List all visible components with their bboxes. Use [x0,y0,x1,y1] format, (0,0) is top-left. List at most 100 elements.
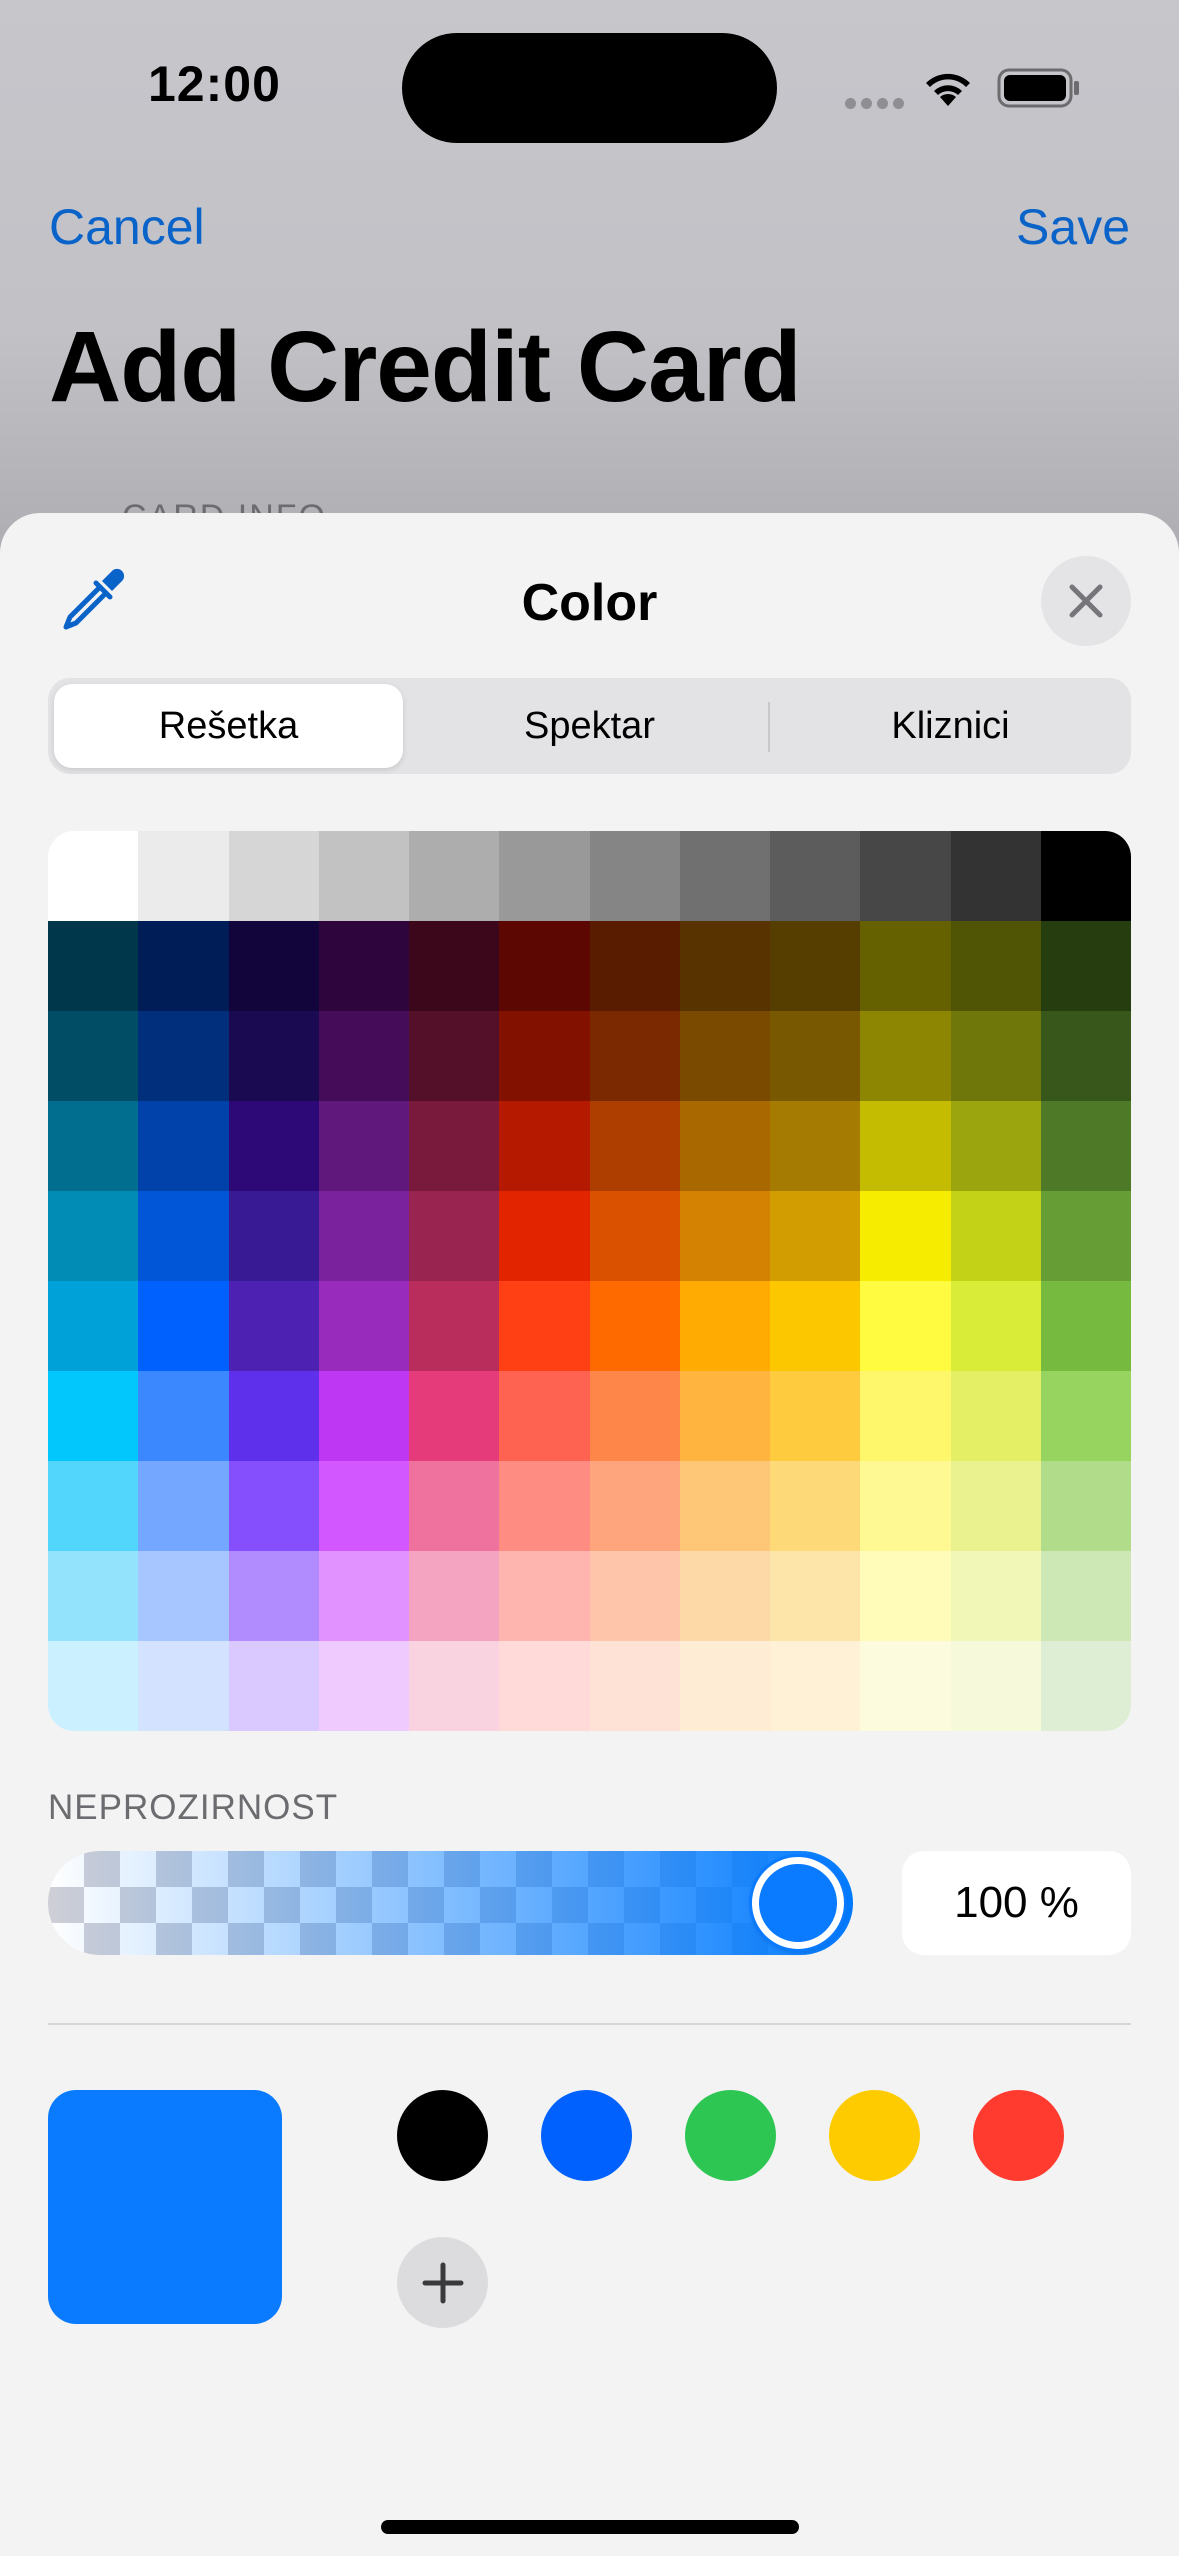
color-grid-cell[interactable] [950,1551,1041,1641]
color-grid-cell[interactable] [770,831,861,921]
swatch-red[interactable] [973,2090,1064,2181]
color-grid-cell[interactable] [318,1191,409,1281]
color-grid-cell[interactable] [409,1551,500,1641]
color-grid-cell[interactable] [138,1551,229,1641]
color-grid-cell[interactable] [409,921,500,1011]
color-grid-cell[interactable] [589,1551,680,1641]
color-grid-cell[interactable] [860,1551,951,1641]
color-grid-cell[interactable] [138,1641,229,1731]
close-button[interactable] [1041,556,1131,646]
add-swatch-button[interactable] [397,2237,488,2328]
color-grid-cell[interactable] [589,1641,680,1731]
swatch-black[interactable] [397,2090,488,2181]
color-grid-cell[interactable] [228,1641,319,1731]
color-grid-cell[interactable] [409,1281,500,1371]
color-grid-cell[interactable] [860,1011,951,1101]
opacity-slider[interactable] [48,1851,853,1955]
color-grid-cell[interactable] [409,1371,500,1461]
color-grid-cell[interactable] [318,921,409,1011]
color-grid-cell[interactable] [409,1011,500,1101]
color-grid-cell[interactable] [950,1101,1041,1191]
color-grid-cell[interactable] [1040,1011,1131,1101]
cancel-button[interactable]: Cancel [49,198,205,256]
color-grid-cell[interactable] [679,1461,770,1551]
color-grid-cell[interactable] [318,1371,409,1461]
color-grid-cell[interactable] [679,1371,770,1461]
color-grid-cell[interactable] [860,1191,951,1281]
color-grid-cell[interactable] [589,1371,680,1461]
color-grid-cell[interactable] [1040,1191,1131,1281]
color-grid-cell[interactable] [409,1641,500,1731]
color-grid-cell[interactable] [499,1191,590,1281]
color-grid-cell[interactable] [1040,1281,1131,1371]
save-button[interactable]: Save [1016,198,1130,256]
color-grid-cell[interactable] [679,921,770,1011]
color-grid-cell[interactable] [48,1461,139,1551]
color-grid-cell[interactable] [48,1281,139,1371]
color-grid-cell[interactable] [679,831,770,921]
tab-spectrum[interactable]: Spektar [415,684,764,768]
color-grid-cell[interactable] [589,831,680,921]
color-grid-cell[interactable] [589,1191,680,1281]
color-grid-cell[interactable] [228,1101,319,1191]
color-grid-cell[interactable] [228,1551,319,1641]
color-grid-cell[interactable] [589,1101,680,1191]
tab-grid[interactable]: Rešetka [54,684,403,768]
color-grid-cell[interactable] [679,1281,770,1371]
color-grid-cell[interactable] [409,1101,500,1191]
color-grid-cell[interactable] [138,1101,229,1191]
color-grid-cell[interactable] [228,1011,319,1101]
color-grid-cell[interactable] [950,1371,1041,1461]
color-grid-cell[interactable] [770,1371,861,1461]
color-grid-cell[interactable] [679,1641,770,1731]
swatch-yellow[interactable] [829,2090,920,2181]
color-grid-cell[interactable] [318,831,409,921]
color-grid-cell[interactable] [950,1461,1041,1551]
color-grid-cell[interactable] [860,1101,951,1191]
color-grid-cell[interactable] [48,1011,139,1101]
color-grid-cell[interactable] [318,1011,409,1101]
color-grid-cell[interactable] [318,1101,409,1191]
color-grid-cell[interactable] [499,1641,590,1731]
color-grid-cell[interactable] [409,1191,500,1281]
color-grid-cell[interactable] [950,921,1041,1011]
color-grid-cell[interactable] [860,1641,951,1731]
color-grid-cell[interactable] [950,831,1041,921]
color-grid-cell[interactable] [138,1191,229,1281]
color-grid-cell[interactable] [48,1641,139,1731]
color-grid-cell[interactable] [770,1551,861,1641]
color-grid-cell[interactable] [228,921,319,1011]
color-grid-cell[interactable] [48,831,139,921]
color-grid-cell[interactable] [679,1551,770,1641]
color-grid-cell[interactable] [499,1011,590,1101]
color-grid-cell[interactable] [318,1281,409,1371]
color-grid-cell[interactable] [138,831,229,921]
color-grid-cell[interactable] [950,1011,1041,1101]
color-grid-cell[interactable] [499,1281,590,1371]
color-grid-cell[interactable] [860,831,951,921]
color-grid-cell[interactable] [48,1101,139,1191]
color-grid-cell[interactable] [1040,1101,1131,1191]
color-grid-cell[interactable] [1040,1371,1131,1461]
color-grid-cell[interactable] [679,1191,770,1281]
color-grid-cell[interactable] [138,1371,229,1461]
color-grid-cell[interactable] [860,1281,951,1371]
opacity-value-field[interactable]: 100 % [902,1851,1131,1955]
color-grid-cell[interactable] [318,1641,409,1731]
color-grid-cell[interactable] [228,1281,319,1371]
color-grid-cell[interactable] [138,1281,229,1371]
color-grid-cell[interactable] [138,1011,229,1101]
color-grid-cell[interactable] [138,921,229,1011]
color-grid-cell[interactable] [770,921,861,1011]
color-grid-cell[interactable] [1040,1461,1131,1551]
color-grid-cell[interactable] [770,1281,861,1371]
color-grid-cell[interactable] [499,1551,590,1641]
color-grid-cell[interactable] [860,921,951,1011]
opacity-slider-thumb[interactable] [752,1857,844,1949]
color-grid-cell[interactable] [499,1461,590,1551]
color-grid-cell[interactable] [318,1551,409,1641]
color-grid-cell[interactable] [1040,831,1131,921]
color-grid-cell[interactable] [860,1461,951,1551]
color-grid-cell[interactable] [228,1461,319,1551]
color-grid-cell[interactable] [950,1191,1041,1281]
